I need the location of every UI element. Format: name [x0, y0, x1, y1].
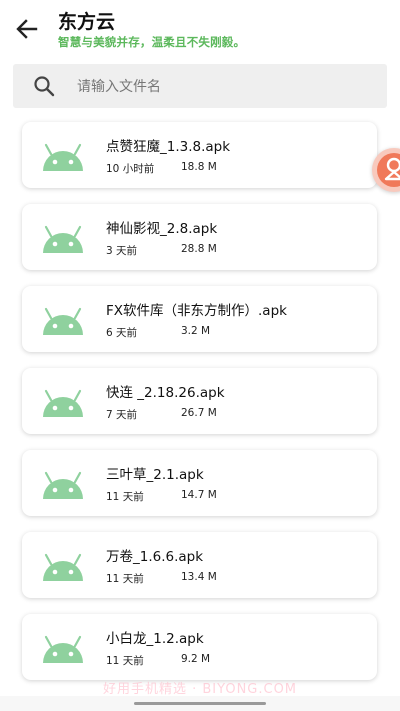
page-subtitle: 智慧与美貌并存，温柔且不失刚毅。: [58, 35, 246, 49]
file-card[interactable]: 快连 _2.18.26.apk 7 天前 26.7 M: [22, 368, 377, 434]
file-size: 26.7 M: [181, 407, 217, 419]
file-card[interactable]: 万卷_1.6.6.apk 11 天前 13.4 M: [22, 532, 377, 598]
app-header: 东方云 智慧与美貌并存，温柔且不失刚毅。: [0, 0, 400, 60]
file-name: FX软件库（非东方制作）.apk: [106, 303, 287, 319]
file-card[interactable]: FX软件库（非东方制作）.apk 6 天前 3.2 M: [22, 286, 377, 352]
file-time: 11 天前: [106, 573, 144, 585]
watermark-text: 好用手机精选 · BIYONG.COM: [102, 682, 298, 697]
android-icon: [43, 225, 83, 253]
file-time: 11 天前: [106, 491, 144, 503]
file-card[interactable]: 三叶草_2.1.apk 11 天前 14.7 M: [22, 450, 377, 516]
file-time: 11 天前: [106, 655, 144, 667]
android-icon: [43, 471, 83, 499]
android-icon: [43, 389, 83, 417]
file-card[interactable]: 神仙影视_2.8.apk 3 天前 28.8 M: [22, 204, 377, 270]
android-icon: [43, 635, 83, 663]
search-input[interactable]: [75, 74, 369, 100]
file-name: 小白龙_1.2.apk: [106, 631, 204, 647]
android-icon: [43, 143, 83, 171]
search-bar[interactable]: [13, 64, 387, 108]
page-title: 东方云: [58, 11, 116, 33]
floating-ball-icon: [377, 153, 400, 187]
file-time: 10 小时前: [106, 163, 155, 175]
file-size: 28.8 M: [181, 243, 217, 255]
file-card[interactable]: 点赞狂魔_1.3.8.apk 10 小时前 18.8 M: [22, 122, 377, 188]
file-card[interactable]: 小白龙_1.2.apk 11 天前 9.2 M: [22, 614, 377, 680]
file-time: 3 天前: [106, 245, 138, 257]
file-time: 6 天前: [106, 327, 138, 339]
floating-ball-button[interactable]: [372, 148, 400, 192]
android-icon: [43, 307, 83, 335]
file-size: 14.7 M: [181, 489, 217, 501]
arrow-left-icon: [16, 19, 38, 39]
file-name: 点赞狂魔_1.3.8.apk: [106, 139, 231, 155]
file-name: 三叶草_2.1.apk: [106, 467, 204, 483]
search-icon[interactable]: [33, 75, 55, 97]
file-time: 7 天前: [106, 409, 138, 421]
file-name: 快连 _2.18.26.apk: [106, 385, 225, 401]
file-size: 13.4 M: [181, 571, 217, 583]
back-button[interactable]: [14, 16, 40, 42]
file-list[interactable]: 点赞狂魔_1.3.8.apk 10 小时前 18.8 M 神仙影视_2.8.ap…: [0, 116, 400, 696]
android-icon: [43, 553, 83, 581]
file-size: 18.8 M: [181, 161, 217, 173]
file-size: 9.2 M: [181, 653, 211, 665]
home-indicator[interactable]: [134, 702, 266, 705]
file-name: 神仙影视_2.8.apk: [106, 221, 218, 237]
file-name: 万卷_1.6.6.apk: [106, 549, 204, 565]
file-size: 3.2 M: [181, 325, 211, 337]
